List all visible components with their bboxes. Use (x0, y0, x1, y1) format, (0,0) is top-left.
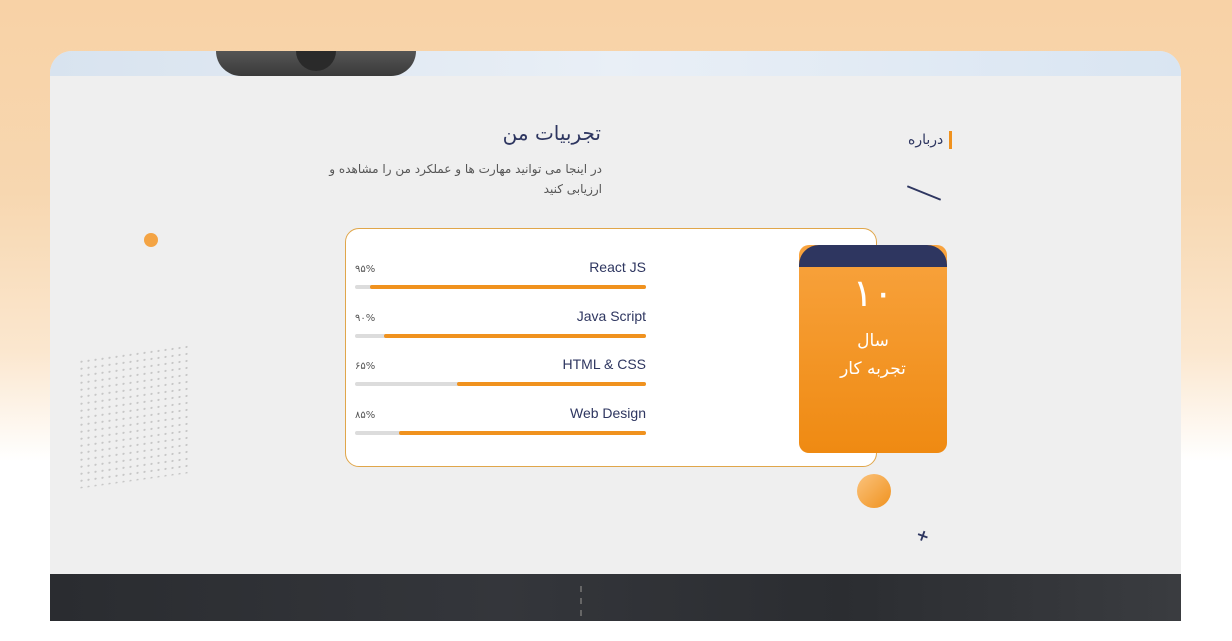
section-subtitle: در اینجا می توانید مهارت ها و عملکرد من … (329, 162, 602, 196)
skill-progress-fill (456, 382, 646, 386)
skill-name: Web Design (569, 405, 646, 421)
section-title: تجربیات من (502, 121, 601, 145)
about-section-label: درباره (908, 131, 953, 149)
experience-card: ۱۰ سال تجربه کار (799, 245, 947, 453)
skill-progress-fill (369, 285, 646, 289)
skill-progress-track (355, 285, 646, 289)
skill-percent: ۹۵% (355, 264, 376, 275)
skill-name: HTML & CSS (562, 356, 647, 372)
decorative-line (906, 185, 942, 201)
skill-progress-fill (398, 431, 646, 435)
skill-item: Java Script ۹۰% (355, 308, 646, 338)
skill-progress-track (355, 431, 646, 435)
skill-progress-track (355, 382, 646, 386)
experience-work-label: تجربه کار (840, 359, 906, 379)
skill-item: Web Design ۸۵% (355, 405, 646, 435)
skills-card: React JS ۹۵% Java Script ۹۰% HTML & CSS … (345, 228, 877, 467)
decorative-dot-small (144, 233, 158, 247)
skill-progress-fill (384, 334, 646, 338)
decorative-plus-icon: + (913, 524, 933, 547)
skill-name: React JS (589, 259, 646, 275)
profile-photo (216, 51, 416, 76)
skill-percent: ۸۵% (355, 410, 376, 421)
skill-percent: ۶۵% (355, 361, 376, 372)
experience-years-label: سال (857, 331, 889, 351)
hero-section-bottom (50, 51, 1181, 76)
next-section-preview (50, 574, 1181, 621)
experience-years-number: ۱۰ (852, 271, 894, 315)
decorative-dot-large (857, 474, 891, 508)
skill-item: React JS ۹۵% (355, 259, 646, 289)
page-window: درباره تجربیات من در اینجا می توانید مها… (50, 51, 1181, 621)
skill-percent: ۹۰% (355, 313, 376, 324)
skill-name: Java Script (576, 308, 646, 324)
skill-progress-track (355, 334, 646, 338)
decorative-dot-grid (78, 343, 188, 489)
experience-card-header (799, 245, 947, 267)
skill-item: HTML & CSS ۶۵% (355, 356, 646, 386)
